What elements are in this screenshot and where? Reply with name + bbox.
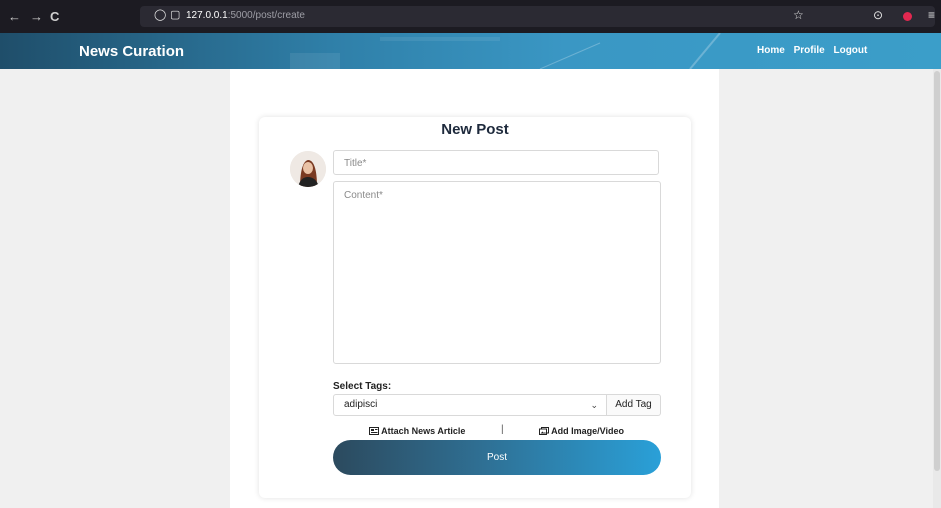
action-separator: | (501, 424, 504, 435)
tag-select-value: adipisci (344, 399, 378, 410)
app-header: News Curation Home Profile Logout (0, 33, 941, 69)
tag-select[interactable]: adipisci ⌄ (333, 394, 607, 416)
chevron-down-icon[interactable]: ⌄ (590, 395, 598, 415)
menu-icon[interactable]: ≡ (928, 8, 935, 22)
attach-news-article-button[interactable]: Attach News Article (369, 426, 465, 436)
newspaper-icon (369, 427, 379, 435)
extension-icon[interactable] (903, 12, 912, 21)
nav-home[interactable]: Home (757, 45, 785, 56)
reload-icon[interactable]: C (50, 9, 59, 24)
back-icon[interactable]: ← (8, 9, 21, 24)
url-text[interactable]: 127.0.0.1:5000/post/create (186, 10, 305, 21)
attach-news-article-label: Attach News Article (381, 426, 466, 436)
page-info-icon[interactable]: ▢ (170, 8, 180, 21)
url-path: :5000/post/create (227, 10, 305, 21)
add-tag-button[interactable]: Add Tag (607, 394, 661, 416)
page-scrollbar[interactable] (933, 69, 941, 508)
scrollbar-thumb[interactable] (934, 71, 940, 471)
avatar (290, 151, 326, 187)
brand-title[interactable]: News Curation (79, 43, 184, 60)
title-field[interactable]: Title* (333, 150, 659, 175)
top-nav: Home Profile Logout (757, 45, 873, 56)
browser-toolbar: ← → C ◯ ▢ 127.0.0.1:5000/post/create ☆ ⊙… (0, 0, 941, 33)
url-host: 127.0.0.1 (186, 10, 228, 21)
nav-logout[interactable]: Logout (833, 45, 867, 56)
add-image-video-label: Add Image/Video (551, 426, 625, 436)
nav-profile[interactable]: Profile (794, 45, 825, 56)
new-post-card: New Post Title* Content* Select Tags: ad… (259, 117, 691, 498)
add-image-video-button[interactable]: Add Image/Video (539, 426, 624, 436)
shield-icon[interactable]: ◯ (154, 8, 166, 21)
images-icon (539, 427, 549, 435)
forward-icon[interactable]: → (30, 9, 43, 24)
pocket-icon[interactable]: ⊙ (873, 8, 883, 22)
page-title: New Post (441, 121, 509, 138)
bookmark-star-icon[interactable]: ☆ (793, 8, 804, 22)
content-field[interactable]: Content* (333, 181, 661, 364)
post-button[interactable]: Post (333, 440, 661, 475)
select-tags-label: Select Tags: (333, 381, 392, 392)
